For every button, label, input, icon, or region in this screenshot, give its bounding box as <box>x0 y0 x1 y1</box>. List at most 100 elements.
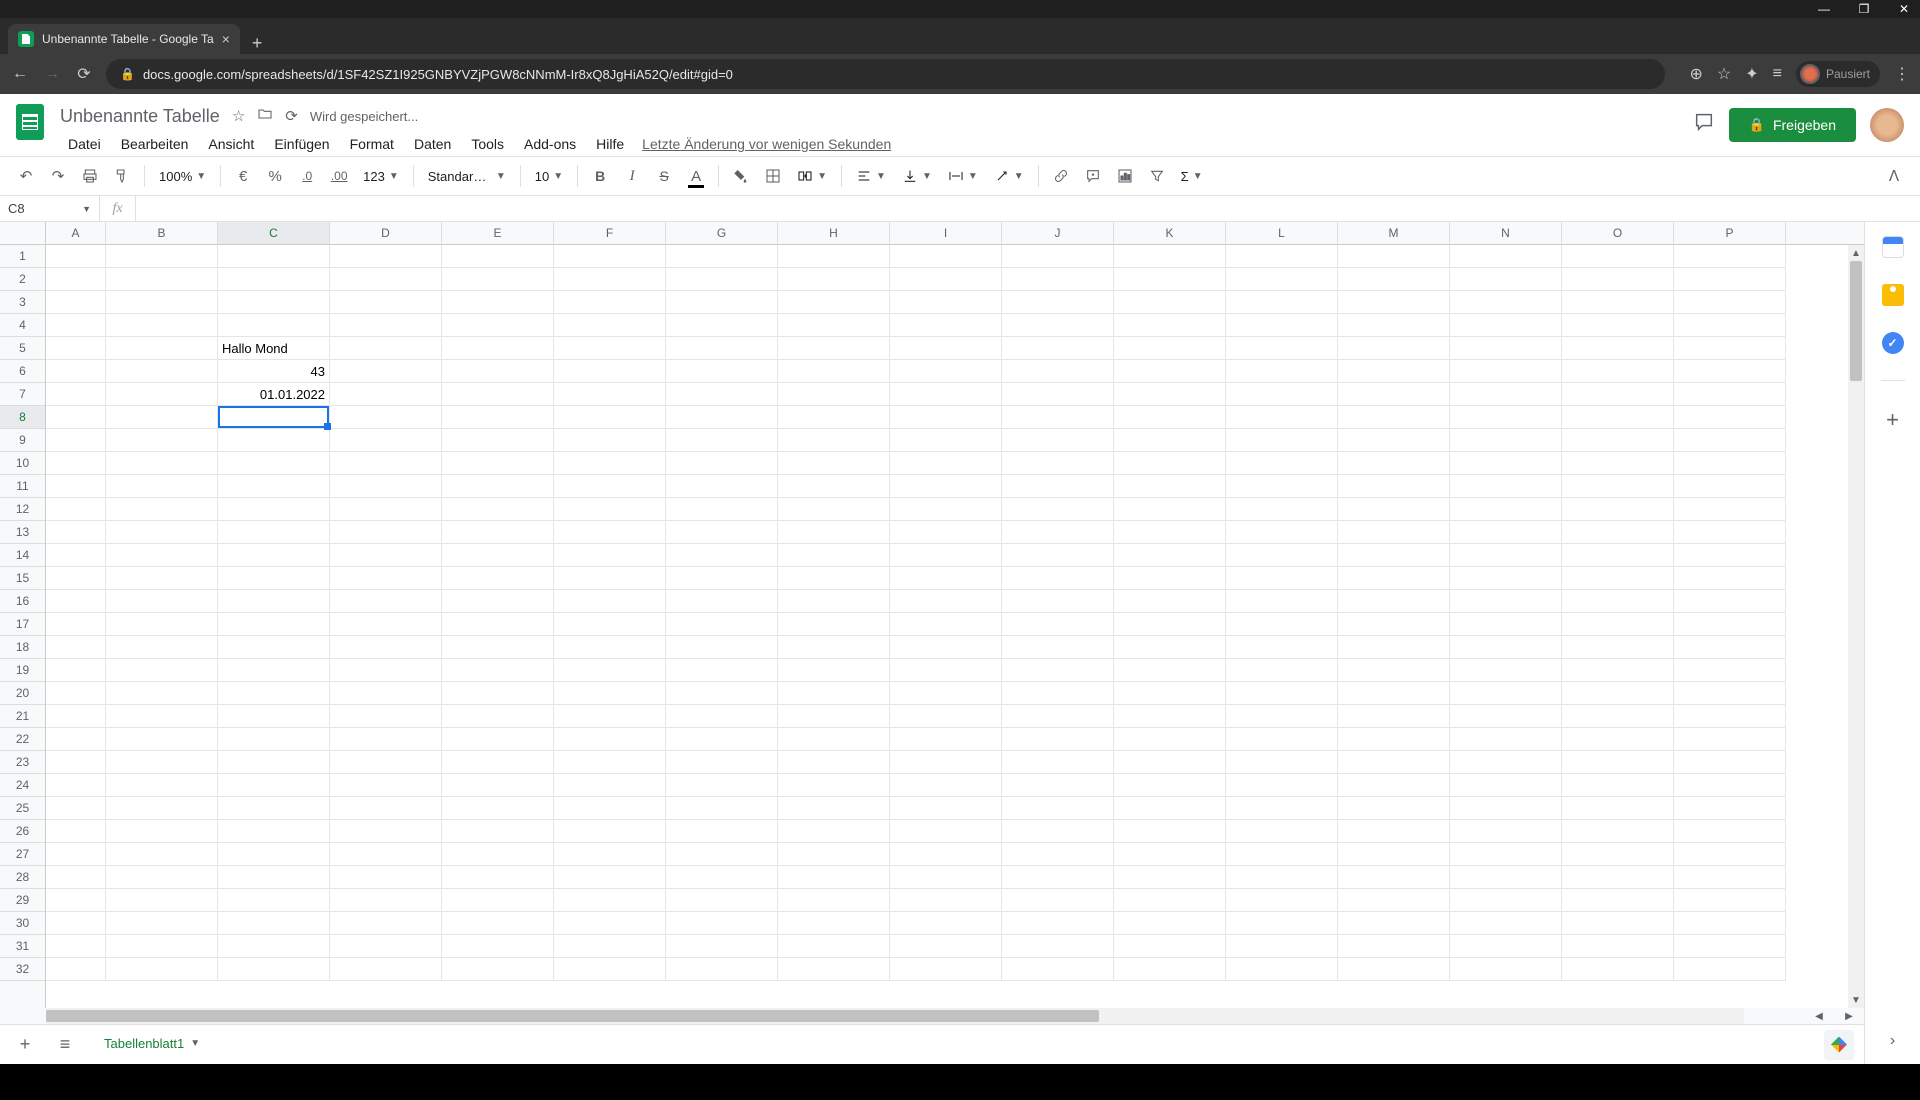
cell[interactable] <box>1002 682 1114 705</box>
cell[interactable] <box>1226 475 1338 498</box>
cell[interactable] <box>218 820 330 843</box>
document-title[interactable]: Unbenannte Tabelle <box>60 106 220 127</box>
cell[interactable] <box>442 544 554 567</box>
cell[interactable] <box>1450 728 1562 751</box>
cell[interactable] <box>218 958 330 981</box>
move-folder-icon[interactable] <box>257 106 273 126</box>
cell[interactable] <box>890 797 1002 820</box>
cell[interactable] <box>1674 314 1786 337</box>
cell[interactable] <box>1450 636 1562 659</box>
cell[interactable] <box>106 291 218 314</box>
cell[interactable] <box>1338 245 1450 268</box>
cell[interactable] <box>1450 475 1562 498</box>
cell[interactable] <box>330 659 442 682</box>
cell[interactable] <box>442 935 554 958</box>
row-header[interactable]: 10 <box>0 452 45 475</box>
formula-input[interactable] <box>136 196 1920 221</box>
cell[interactable] <box>778 751 890 774</box>
cell[interactable] <box>1450 268 1562 291</box>
cell[interactable] <box>554 774 666 797</box>
cell[interactable] <box>890 360 1002 383</box>
cell[interactable] <box>1114 245 1226 268</box>
cell[interactable] <box>46 521 106 544</box>
cell[interactable] <box>890 866 1002 889</box>
column-header[interactable]: O <box>1562 222 1674 244</box>
cell[interactable] <box>106 245 218 268</box>
cell[interactable] <box>330 590 442 613</box>
cell[interactable] <box>1114 314 1226 337</box>
cell[interactable] <box>554 475 666 498</box>
cell[interactable] <box>554 912 666 935</box>
cell[interactable] <box>1338 406 1450 429</box>
cell[interactable] <box>1674 567 1786 590</box>
cell[interactable] <box>666 337 778 360</box>
cell[interactable] <box>1450 429 1562 452</box>
cell[interactable] <box>1450 452 1562 475</box>
cell[interactable] <box>442 866 554 889</box>
cell[interactable] <box>1674 291 1786 314</box>
row-header[interactable]: 19 <box>0 659 45 682</box>
cell[interactable] <box>1002 268 1114 291</box>
menu-item-format[interactable]: Format <box>342 132 402 156</box>
cell[interactable] <box>46 659 106 682</box>
cell[interactable] <box>106 268 218 291</box>
cell[interactable] <box>1450 291 1562 314</box>
cell[interactable] <box>1562 935 1674 958</box>
insert-comment-button[interactable] <box>1079 162 1107 190</box>
explore-button[interactable] <box>1824 1030 1854 1060</box>
cell[interactable] <box>330 774 442 797</box>
cell[interactable] <box>1562 866 1674 889</box>
name-box[interactable]: C8 ▼ <box>0 196 100 221</box>
cell[interactable] <box>1674 245 1786 268</box>
cell[interactable] <box>1338 429 1450 452</box>
cell[interactable] <box>1002 291 1114 314</box>
increase-decimal-button[interactable]: .00 <box>325 162 353 190</box>
cell[interactable] <box>218 935 330 958</box>
last-edit-link[interactable]: Letzte Änderung vor wenigen Sekunden <box>642 136 891 152</box>
cell[interactable] <box>106 567 218 590</box>
cell[interactable] <box>890 498 1002 521</box>
cell[interactable] <box>1562 705 1674 728</box>
cell[interactable] <box>46 429 106 452</box>
cell[interactable] <box>330 935 442 958</box>
cell[interactable] <box>330 728 442 751</box>
zoom-select[interactable]: 100% ▼ <box>153 169 212 184</box>
cell[interactable] <box>1002 498 1114 521</box>
paint-format-button[interactable] <box>108 162 136 190</box>
cell[interactable] <box>554 797 666 820</box>
cell[interactable] <box>1674 406 1786 429</box>
cell[interactable] <box>442 521 554 544</box>
cell[interactable] <box>1114 659 1226 682</box>
cell[interactable] <box>554 498 666 521</box>
cell[interactable] <box>890 245 1002 268</box>
cell[interactable] <box>890 682 1002 705</box>
filter-button[interactable] <box>1143 162 1171 190</box>
cell[interactable] <box>1562 337 1674 360</box>
cell[interactable] <box>330 544 442 567</box>
cell[interactable] <box>1338 498 1450 521</box>
cell[interactable] <box>46 705 106 728</box>
cell[interactable] <box>1674 889 1786 912</box>
merge-cells-button[interactable]: ▼ <box>791 168 833 184</box>
menu-item-bearbeiten[interactable]: Bearbeiten <box>113 132 197 156</box>
cell[interactable] <box>1114 958 1226 981</box>
cell[interactable] <box>442 429 554 452</box>
cell[interactable] <box>1450 498 1562 521</box>
cell[interactable] <box>666 291 778 314</box>
cell[interactable] <box>1002 866 1114 889</box>
cell[interactable] <box>218 291 330 314</box>
cell[interactable] <box>778 291 890 314</box>
cell[interactable] <box>666 958 778 981</box>
cell[interactable] <box>46 383 106 406</box>
cell[interactable] <box>1674 659 1786 682</box>
cell[interactable] <box>1002 544 1114 567</box>
cell[interactable] <box>1114 429 1226 452</box>
cell[interactable] <box>778 774 890 797</box>
row-header[interactable]: 27 <box>0 843 45 866</box>
cell[interactable] <box>890 912 1002 935</box>
cell[interactable] <box>1226 866 1338 889</box>
cell[interactable] <box>1674 797 1786 820</box>
cell[interactable] <box>890 751 1002 774</box>
cell[interactable] <box>1114 751 1226 774</box>
cell[interactable] <box>1226 567 1338 590</box>
